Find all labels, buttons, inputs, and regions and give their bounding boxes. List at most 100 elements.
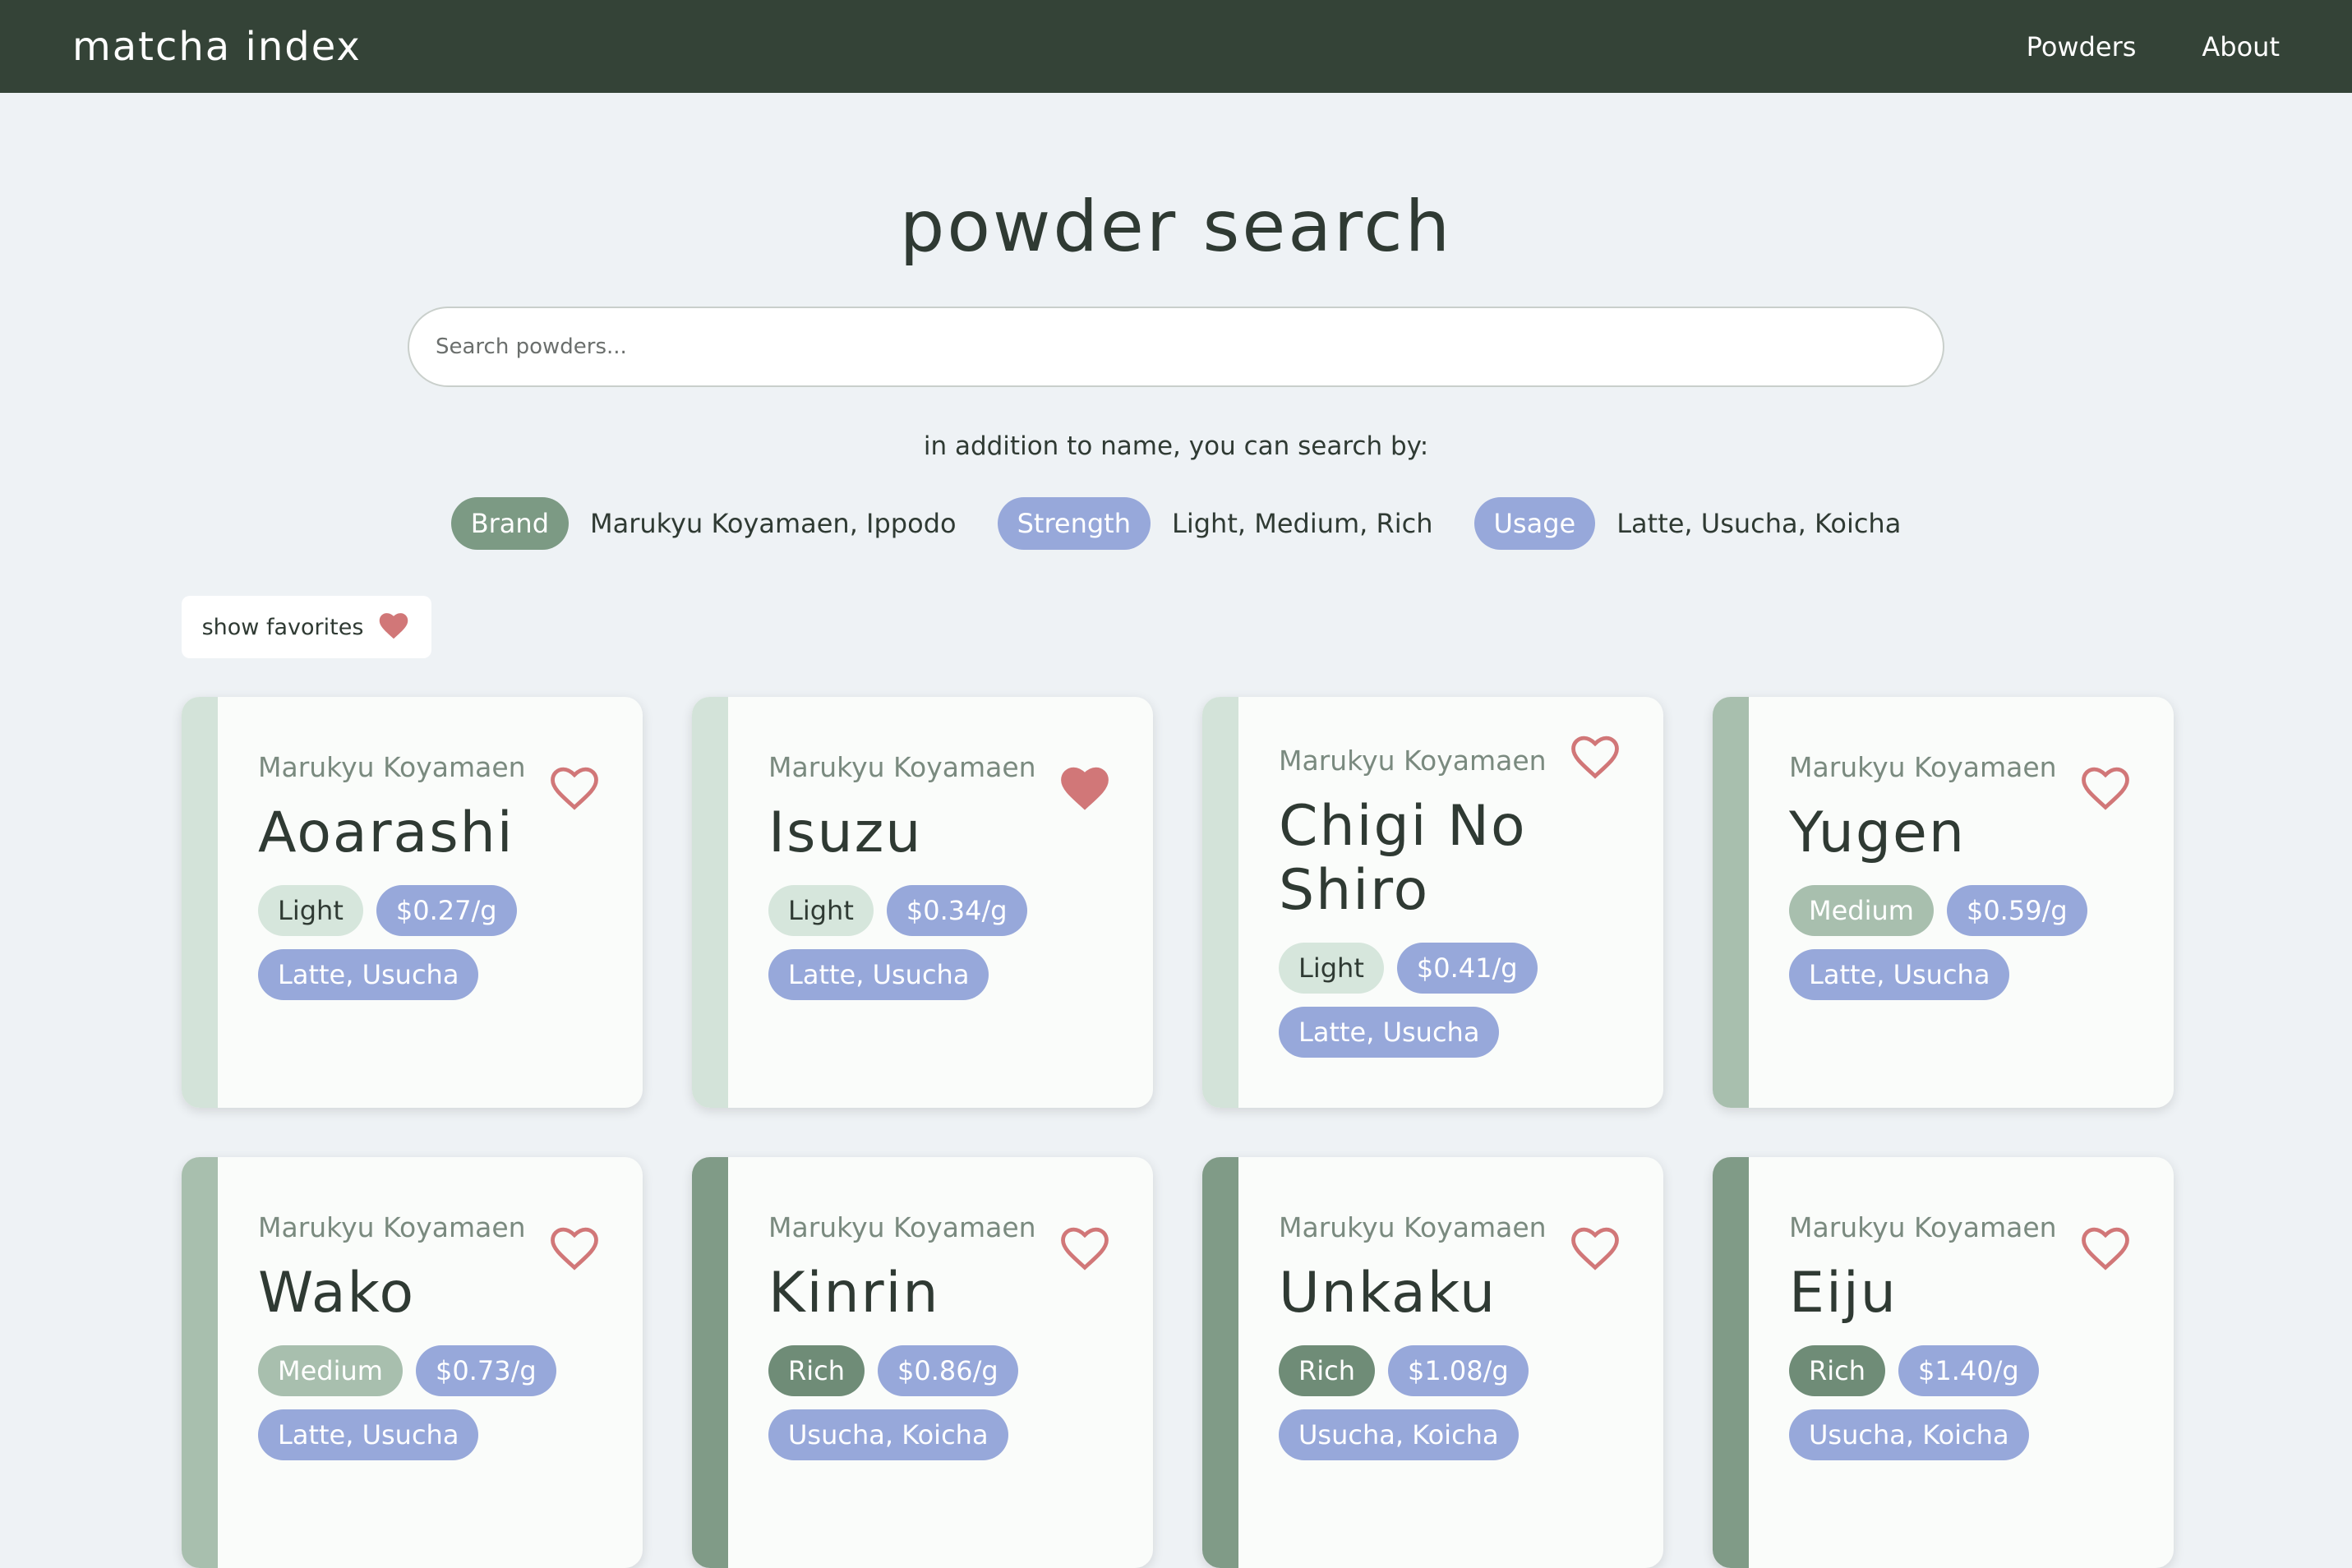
powder-card[interactable]: Marukyu Koyamaen Wako Medium $0.73/g Lat…: [182, 1157, 643, 1568]
usage-tag: Usucha, Koicha: [768, 1409, 1008, 1460]
card-name: Yugen: [1789, 800, 1966, 865]
usage-tag: Latte, Usucha: [768, 949, 989, 1000]
card-name: Chigi No Shiro: [1279, 794, 1527, 923]
search-hint: in addition to name, you can search by:: [923, 431, 1429, 461]
card-name: Kinrin: [768, 1261, 940, 1326]
powder-card[interactable]: Marukyu Koyamaen Eiju Rich $1.40/g Usuch…: [1713, 1157, 2174, 1568]
strength-tag: Light: [1279, 943, 1384, 994]
show-favorites-label: show favorites: [201, 614, 364, 640]
strength-tag: Medium: [258, 1345, 403, 1396]
price-tag: $1.40/g: [1898, 1345, 2039, 1396]
search-filters: Brand Marukyu Koyamaen, Ippodo Strength …: [0, 497, 2352, 550]
powder-card[interactable]: Marukyu Koyamaen Isuzu Light $0.34/g Lat…: [692, 697, 1153, 1108]
card-brand: Marukyu Koyamaen: [258, 751, 526, 783]
strength-bar: [1713, 1157, 1749, 1568]
card-usage-row: Latte, Usucha: [258, 949, 610, 1000]
usage-tag: Latte, Usucha: [1789, 949, 2010, 1000]
strength-bar: [692, 1157, 728, 1568]
top-navbar: matcha index Powders About: [0, 0, 2352, 93]
filter-brand-values: Marukyu Koyamaen, Ippodo: [590, 508, 957, 539]
card-name: Eiju: [1789, 1261, 1898, 1326]
strength-bar: [692, 697, 728, 1108]
filter-usage: Usage Latte, Usucha, Koicha: [1473, 497, 1902, 550]
price-tag: $0.73/g: [415, 1345, 556, 1396]
card-name: Unkaku: [1279, 1261, 1497, 1326]
search-container: [0, 307, 2352, 387]
card-brand: Marukyu Koyamaen: [768, 751, 1036, 783]
show-favorites-button[interactable]: show favorites: [182, 596, 431, 658]
card-tags: Light $0.27/g: [258, 885, 610, 936]
card-body: Marukyu Koyamaen Kinrin Rich $0.86/g Usu…: [768, 1211, 1120, 1460]
heart-filled-icon: [376, 609, 411, 646]
card-name: Isuzu: [768, 800, 923, 865]
filter-strength: Strength Light, Medium, Rich: [997, 497, 1433, 550]
filter-strength-pill: Strength: [997, 497, 1151, 550]
strength-tag: Rich: [768, 1345, 865, 1396]
card-usage-row: Latte, Usucha: [1789, 949, 2141, 1000]
powder-card[interactable]: Marukyu Koyamaen Chigi No Shiro Light $0…: [1202, 697, 1663, 1108]
card-body: Marukyu Koyamaen Chigi No Shiro Light $0…: [1279, 745, 1630, 1058]
powder-card[interactable]: Marukyu Koyamaen Kinrin Rich $0.86/g Usu…: [692, 1157, 1153, 1568]
card-usage-row: Usucha, Koicha: [1279, 1409, 1630, 1460]
card-body: Marukyu Koyamaen Eiju Rich $1.40/g Usuch…: [1789, 1211, 2141, 1460]
card-body: Marukyu Koyamaen Unkaku Rich $1.08/g Usu…: [1279, 1211, 1630, 1460]
strength-tag: Light: [258, 885, 363, 936]
nav-link-about[interactable]: About: [2202, 31, 2280, 62]
powder-card[interactable]: Marukyu Koyamaen Aoarashi Light $0.27/g …: [182, 697, 643, 1108]
price-tag: $0.59/g: [1946, 885, 2087, 936]
strength-tag: Rich: [1789, 1345, 1885, 1396]
filter-strength-values: Light, Medium, Rich: [1172, 508, 1433, 539]
card-body: Marukyu Koyamaen Wako Medium $0.73/g Lat…: [258, 1211, 610, 1460]
powder-card[interactable]: Marukyu Koyamaen Yugen Medium $0.59/g La…: [1713, 697, 2174, 1108]
usage-tag: Usucha, Koicha: [1279, 1409, 1519, 1460]
filter-usage-values: Latte, Usucha, Koicha: [1616, 508, 1902, 539]
card-name: Wako: [258, 1261, 416, 1326]
card-tags: Rich $1.08/g: [1279, 1345, 1630, 1396]
strength-tag: Rich: [1279, 1345, 1375, 1396]
main-content: powder search in addition to name, you c…: [0, 93, 2352, 1568]
strength-bar: [182, 697, 218, 1108]
card-name: Aoarashi: [258, 800, 514, 865]
filter-brand: Brand Marukyu Koyamaen, Ippodo: [450, 497, 957, 550]
card-usage-row: Latte, Usucha: [258, 1409, 610, 1460]
usage-tag: Usucha, Koicha: [1789, 1409, 2029, 1460]
strength-bar: [1713, 697, 1749, 1108]
card-tags: Medium $0.73/g: [258, 1345, 610, 1396]
strength-tag: Light: [768, 885, 874, 936]
card-tags: Rich $0.86/g: [768, 1345, 1120, 1396]
card-usage-row: Usucha, Koicha: [1789, 1409, 2141, 1460]
strength-tag: Medium: [1789, 885, 1934, 936]
price-tag: $1.08/g: [1388, 1345, 1529, 1396]
card-body: Marukyu Koyamaen Aoarashi Light $0.27/g …: [258, 751, 610, 1000]
powder-card-grid: Marukyu Koyamaen Aoarashi Light $0.27/g …: [182, 697, 2174, 1568]
card-brand: Marukyu Koyamaen: [1789, 1211, 2057, 1243]
site-logo[interactable]: matcha index: [72, 24, 362, 70]
price-tag: $0.34/g: [886, 885, 1027, 936]
strength-bar: [182, 1157, 218, 1568]
card-tags: Rich $1.40/g: [1789, 1345, 2141, 1396]
page-title: powder search: [899, 186, 1453, 268]
nav-links: Powders About: [2027, 31, 2280, 62]
card-brand: Marukyu Koyamaen: [258, 1211, 526, 1243]
card-usage-row: Latte, Usucha: [768, 949, 1120, 1000]
strength-bar: [1202, 697, 1238, 1108]
card-tags: Light $0.41/g: [1279, 943, 1630, 994]
price-tag: $0.27/g: [376, 885, 517, 936]
usage-tag: Latte, Usucha: [258, 1409, 479, 1460]
usage-tag: Latte, Usucha: [1279, 1007, 1500, 1058]
powder-card[interactable]: Marukyu Koyamaen Unkaku Rich $1.08/g Usu…: [1202, 1157, 1663, 1568]
card-usage-row: Latte, Usucha: [1279, 1007, 1630, 1058]
nav-link-powders[interactable]: Powders: [2027, 31, 2137, 62]
card-tags: Medium $0.59/g: [1789, 885, 2141, 936]
card-tags: Light $0.34/g: [768, 885, 1120, 936]
card-brand: Marukyu Koyamaen: [1789, 751, 2057, 783]
card-body: Marukyu Koyamaen Yugen Medium $0.59/g La…: [1789, 751, 2141, 1000]
card-brand: Marukyu Koyamaen: [1279, 745, 1547, 777]
price-tag: $0.86/g: [878, 1345, 1018, 1396]
card-body: Marukyu Koyamaen Isuzu Light $0.34/g Lat…: [768, 751, 1120, 1000]
price-tag: $0.41/g: [1396, 943, 1538, 994]
strength-bar: [1202, 1157, 1238, 1568]
search-input[interactable]: [408, 307, 1944, 387]
card-brand: Marukyu Koyamaen: [768, 1211, 1036, 1243]
filter-usage-pill: Usage: [1473, 497, 1596, 550]
